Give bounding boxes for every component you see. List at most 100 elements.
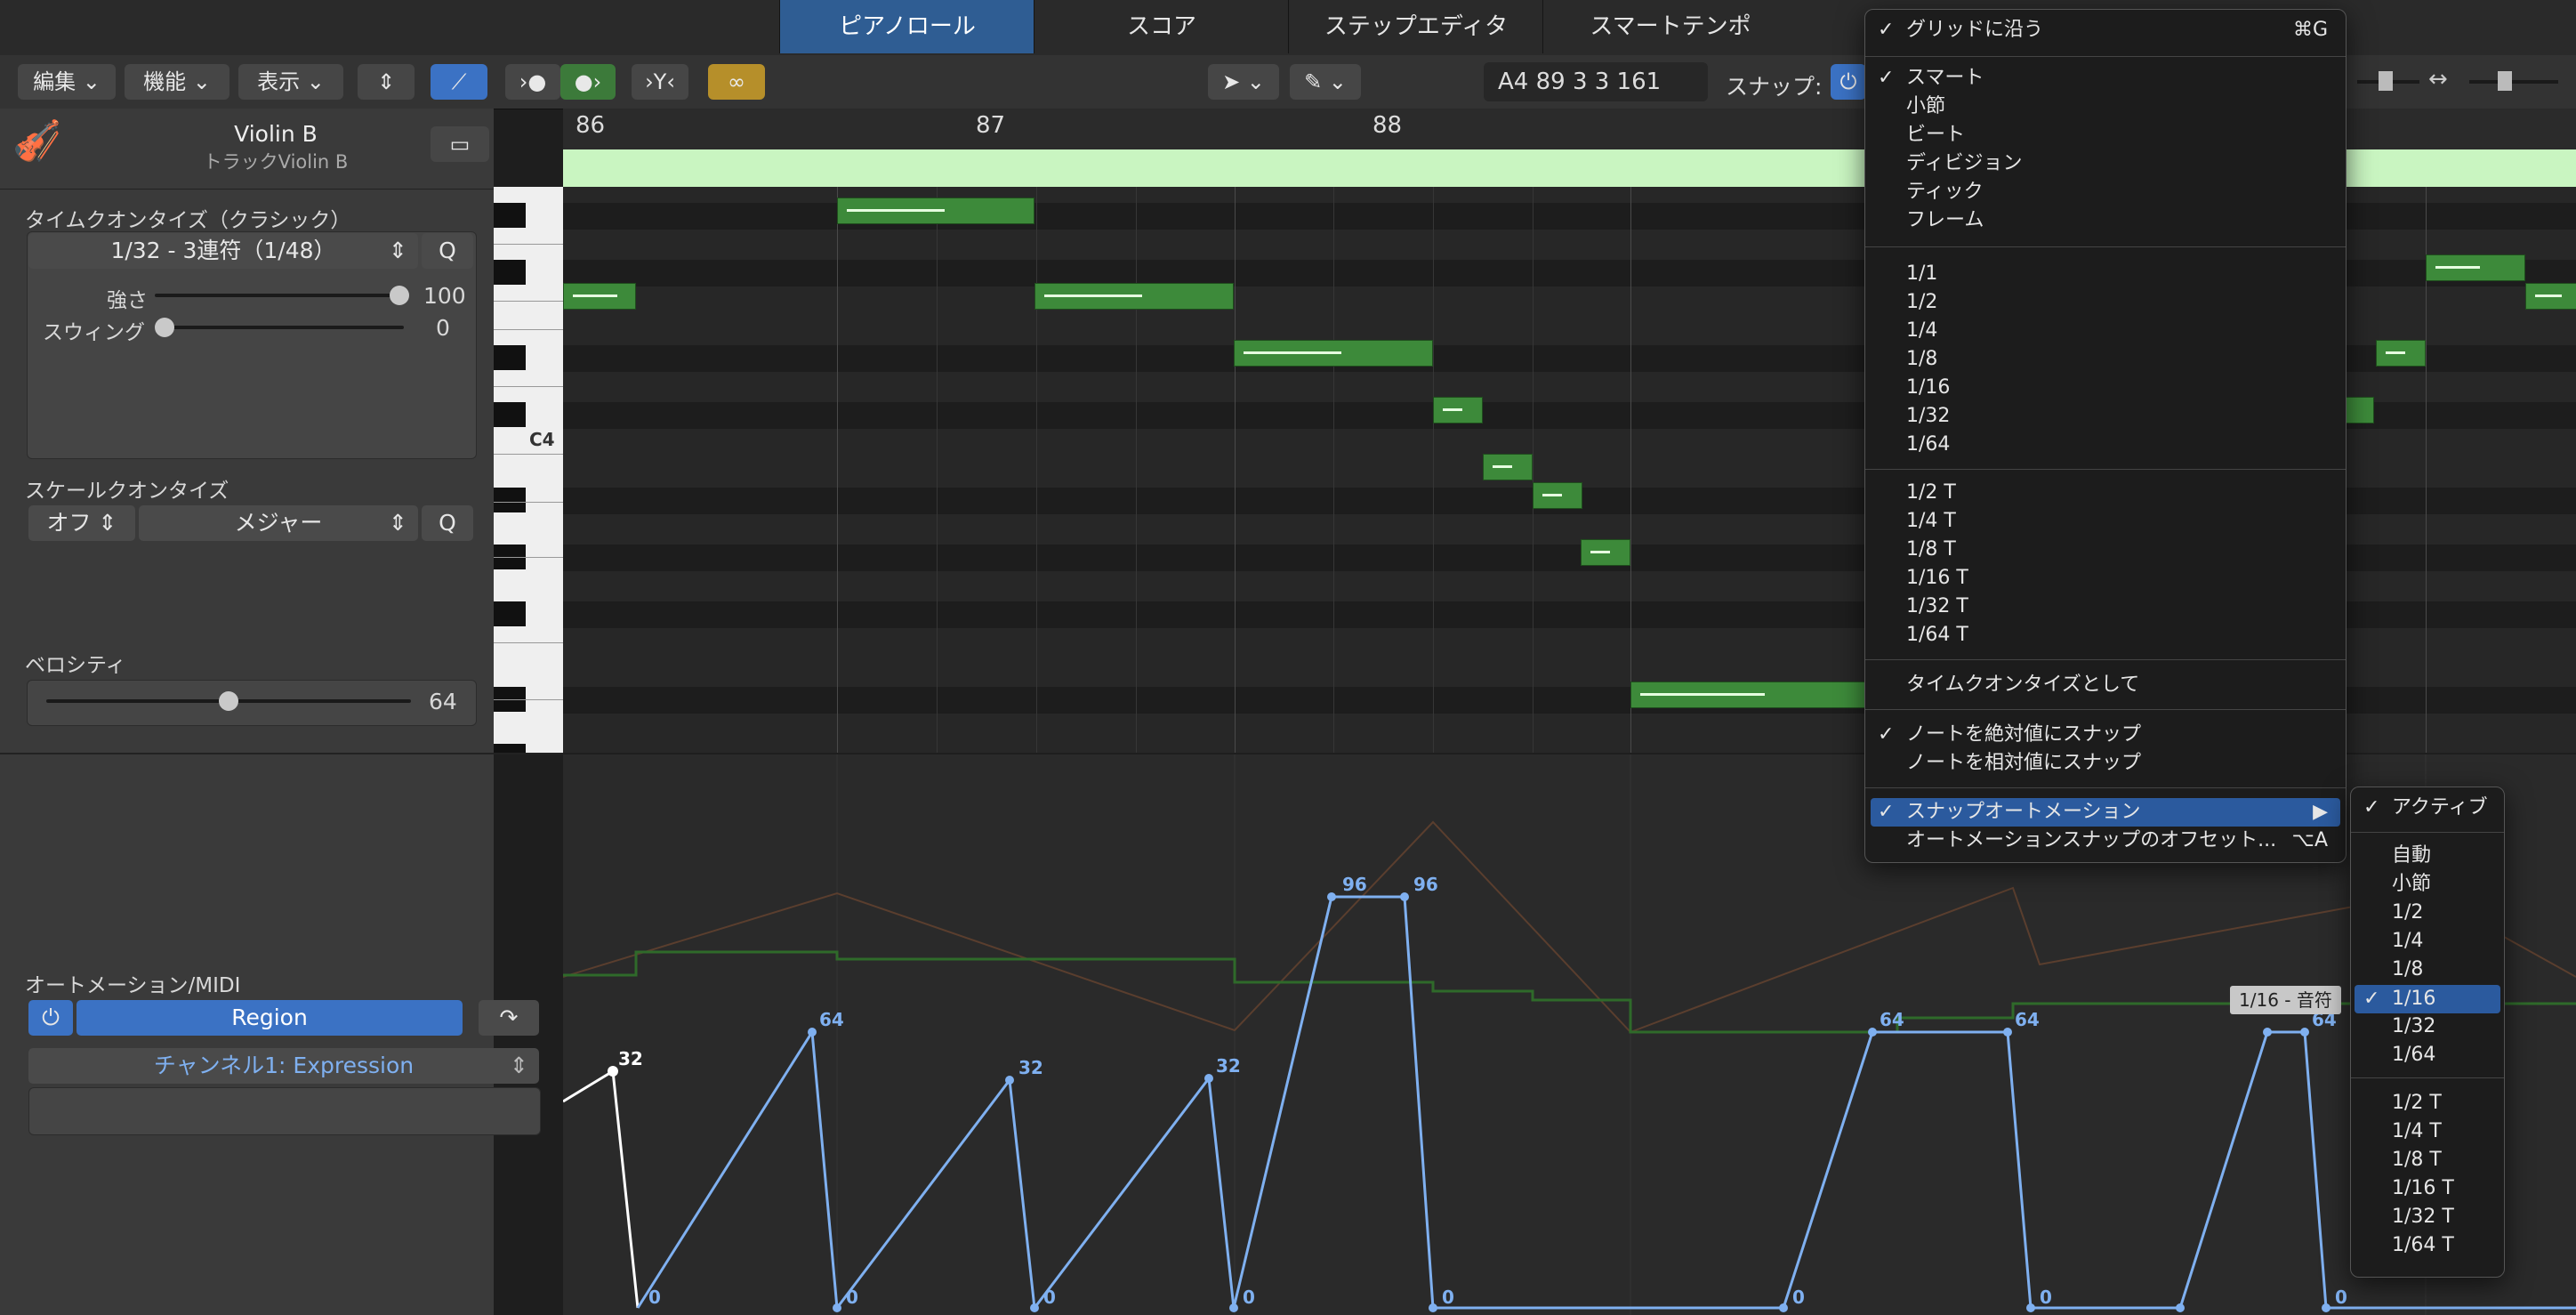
submenu-item[interactable]: 自動 xyxy=(2351,843,2504,869)
black-key[interactable] xyxy=(494,488,526,512)
automation-curve-icon[interactable]: ⟋ xyxy=(431,64,487,100)
automation-power-icon[interactable]: ⏻ xyxy=(28,1000,73,1036)
midi-note[interactable] xyxy=(1034,283,1234,310)
point-label: 96 xyxy=(1413,874,1438,895)
menu-item-triplet[interactable]: 1/64 T xyxy=(1865,622,2346,649)
black-key[interactable] xyxy=(494,601,526,626)
menu-item-as-quantize[interactable]: タイムクオンタイズとして xyxy=(1865,672,2346,698)
midi-note[interactable] xyxy=(837,198,1034,224)
black-key[interactable] xyxy=(494,345,526,370)
submenu-item-active[interactable]: ✓ アクティブ xyxy=(2351,795,2504,821)
menu-item-snap-relative[interactable]: ノートを相対値にスナップ xyxy=(1865,750,2346,777)
horizontal-zoom-slider[interactable] xyxy=(2469,80,2558,84)
shortcut-label: ⌥A xyxy=(2291,829,2328,851)
tab-smart-tempo[interactable]: スマートテンポ xyxy=(1542,0,1798,53)
submenu-item[interactable]: 1/32 xyxy=(2351,1013,2504,1040)
menu-item-triplet[interactable]: 1/2 T xyxy=(1865,480,2346,506)
function-menu[interactable]: 機能 ⌄ xyxy=(125,64,229,100)
submenu-item-triplet[interactable]: 1/8 T xyxy=(2351,1147,2504,1174)
submenu-item[interactable]: 1/4 xyxy=(2351,928,2504,955)
swing-slider[interactable] xyxy=(155,326,404,329)
menu-item-triplet[interactable]: 1/8 T xyxy=(1865,536,2346,563)
menu-item-value[interactable]: 1/2 xyxy=(1865,289,2346,316)
snap-power-icon[interactable]: ⏻ xyxy=(1831,64,1866,100)
edit-menu[interactable]: 編集 ⌄ xyxy=(18,64,116,100)
submenu-item[interactable]: 1/2 xyxy=(2351,900,2504,926)
pointer-tool-icon[interactable]: ➤ ⌄ xyxy=(1208,64,1279,100)
menu-item-triplet[interactable]: 1/4 T xyxy=(1865,508,2346,535)
menu-item-value[interactable]: 1/16 xyxy=(1865,375,2346,401)
collapse-icon[interactable]: ⇕ xyxy=(358,64,415,100)
region-button[interactable]: Region xyxy=(76,1000,463,1036)
black-key[interactable] xyxy=(494,203,526,228)
menu-item-smart[interactable]: ✓ スマート xyxy=(1865,65,2346,92)
pencil-tool-icon[interactable]: ✎ ⌄ xyxy=(1290,64,1361,100)
black-key[interactable] xyxy=(494,744,526,753)
midi-out-icon[interactable]: ●› xyxy=(560,64,616,100)
submenu-item-triplet[interactable]: 1/64 T xyxy=(2351,1232,2504,1259)
time-quantize-q-button[interactable]: Q xyxy=(422,233,473,269)
automation-arrow-icon[interactable]: ↷ xyxy=(479,1000,539,1036)
menu-item-value[interactable]: 1/1 xyxy=(1865,261,2346,287)
midi-note[interactable] xyxy=(1581,539,1630,566)
menu-item-bar[interactable]: 小節 xyxy=(1865,93,2346,120)
midi-note[interactable] xyxy=(2426,254,2525,281)
menu-item-value[interactable]: 1/64 xyxy=(1865,432,2346,458)
horizontal-zoom-knob[interactable] xyxy=(2498,71,2512,91)
menu-item-value[interactable]: 1/4 xyxy=(1865,318,2346,344)
scale-q-button[interactable]: Q xyxy=(422,505,473,541)
link-icon[interactable]: ∞ xyxy=(708,64,765,100)
menu-item-label: 1/1 xyxy=(1906,262,1938,285)
midi-note[interactable] xyxy=(2376,340,2426,367)
midi-note[interactable] xyxy=(563,283,636,310)
midi-note[interactable] xyxy=(1433,397,1483,424)
submenu-item-triplet[interactable]: 1/32 T xyxy=(2351,1204,2504,1230)
menu-item-triplet[interactable]: 1/16 T xyxy=(1865,565,2346,592)
strength-slider[interactable] xyxy=(155,294,404,297)
catch-icon[interactable]: ›Y‹ xyxy=(632,64,688,100)
submenu-item[interactable]: 小節 xyxy=(2351,871,2504,898)
menu-item-value[interactable]: 1/8 xyxy=(1865,346,2346,373)
midi-note[interactable] xyxy=(2342,397,2374,424)
menu-item-frame[interactable]: フレーム xyxy=(1865,207,2346,234)
submenu-item-triplet[interactable]: 1/4 T xyxy=(2351,1118,2504,1145)
black-key[interactable] xyxy=(494,402,526,427)
submenu-item-selected[interactable]: ✓ 1/16 xyxy=(2351,986,2504,1012)
snap-tooltip: 1/16 - 音符 xyxy=(2230,986,2341,1014)
scale-type-select[interactable]: メジャー ⇕ xyxy=(139,505,418,541)
midi-note[interactable] xyxy=(1483,454,1533,480)
menu-item-snap-automation[interactable]: ✓ スナップオートメーション ▶ xyxy=(1865,799,2346,826)
midi-in-icon[interactable]: ›● xyxy=(505,64,560,100)
scale-off-select[interactable]: オフ ⇕ xyxy=(28,505,135,541)
menu-item-beat[interactable]: ビート xyxy=(1865,122,2346,149)
black-key[interactable] xyxy=(494,260,526,285)
piano-keyboard[interactable]: C4 xyxy=(494,187,563,753)
submenu-item[interactable]: 1/64 xyxy=(2351,1042,2504,1069)
velocity-knob[interactable] xyxy=(219,691,238,711)
time-quantize-select[interactable]: 1/32 - 3連符（1/48） ⇕ xyxy=(28,233,418,269)
vertical-zoom-knob[interactable] xyxy=(2379,71,2393,91)
menu-item-value[interactable]: 1/32 xyxy=(1865,403,2346,430)
menu-item-triplet[interactable]: 1/32 T xyxy=(1865,593,2346,620)
menu-item-division[interactable]: ディビジョン xyxy=(1865,150,2346,177)
swing-knob[interactable] xyxy=(155,318,174,337)
submenu-item-triplet[interactable]: 1/2 T xyxy=(2351,1090,2504,1117)
tab-score[interactable]: スコア xyxy=(1034,0,1289,53)
view-menu[interactable]: 表示 ⌄ xyxy=(238,64,343,100)
submenu-item-triplet[interactable]: 1/16 T xyxy=(2351,1175,2504,1202)
midi-note[interactable] xyxy=(1630,682,1897,708)
tab-step-editor[interactable]: ステップエディタ xyxy=(1288,0,1543,53)
channel-select[interactable]: チャンネル1: Expression ⇕ xyxy=(28,1048,539,1084)
menu-item-automation-offset[interactable]: オートメーションスナップのオフセット... ⌥A xyxy=(1865,827,2346,854)
track-menu-icon[interactable]: ▭ xyxy=(431,126,489,162)
menu-item-tick[interactable]: ティック xyxy=(1865,179,2346,206)
midi-note[interactable] xyxy=(1234,340,1433,367)
menu-item-label: オートメーションスナップのオフセット... xyxy=(1906,829,2277,851)
submenu-item[interactable]: 1/8 xyxy=(2351,956,2504,983)
menu-item-grid[interactable]: ✓ グリッドに沿う ⌘G xyxy=(1865,17,2346,44)
strength-knob[interactable] xyxy=(390,286,409,305)
menu-item-snap-absolute[interactable]: ✓ ノートを絶対値にスナップ xyxy=(1865,722,2346,748)
tab-piano-roll[interactable]: ピアノロール xyxy=(779,0,1034,53)
midi-note[interactable] xyxy=(1533,482,1582,509)
midi-note[interactable] xyxy=(2525,283,2576,310)
